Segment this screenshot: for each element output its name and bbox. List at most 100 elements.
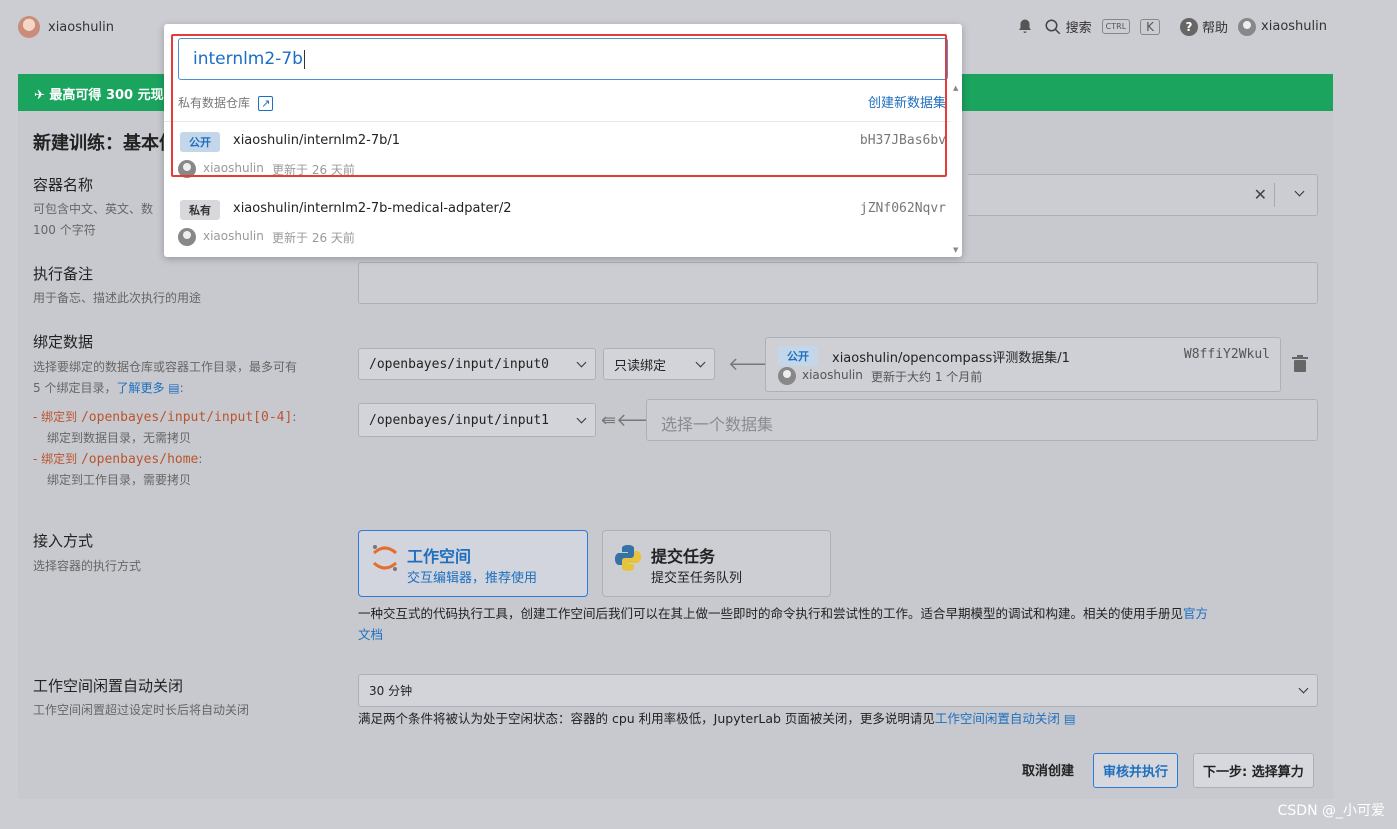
help-label: 帮助: [1202, 21, 1229, 36]
search-label: 搜索: [1065, 21, 1092, 36]
bind-label: 绑定数据: [33, 333, 94, 351]
official-doc-link[interactable]: 官方: [1183, 606, 1208, 621]
user-icon: [178, 228, 196, 246]
dataset-updated: 更新于大约 1 个月前: [871, 370, 983, 384]
bind-path-select-2[interactable]: /openbayes/input/input1: [358, 403, 596, 437]
jupyter-icon: [372, 545, 398, 571]
next-step-button[interactable]: 下一步: 选择算力: [1193, 753, 1314, 788]
idle-note-text: 满足两个条件将被认为处于空闲状态：容器的 cpu 利用率极低，JupyterLa…: [358, 711, 935, 726]
remark-hint: 用于备忘、描述此次执行的用途: [33, 291, 202, 305]
annotation-highlight-box: [171, 34, 947, 177]
chevron-down-icon: [695, 357, 706, 367]
bind-hint-1: 选择要绑定的数据仓库或容器工作目录，最多可有: [33, 360, 298, 374]
idle-hint: 工作空间闲置超过设定时长后将自动关闭: [33, 703, 250, 717]
user-icon: [778, 367, 796, 385]
dataset-placeholder: 选择一个数据集: [661, 415, 774, 434]
dataset-hash: jZNf062Nqvr: [859, 201, 946, 216]
username-right: xiaoshulin: [1261, 19, 1327, 34]
workspace-title: 工作空间: [407, 547, 472, 566]
chevron-down-icon[interactable]: [1294, 186, 1305, 197]
workspace-sub: 交互编辑器，推荐使用: [407, 571, 538, 586]
remark-input[interactable]: [358, 262, 1318, 304]
search-button[interactable]: 搜索: [1044, 17, 1092, 36]
bind-rule-1: - 绑定到 /openbayes/input/input[0-4]:: [33, 410, 297, 425]
doc-icon: ▤: [1059, 711, 1076, 726]
cancel-button[interactable]: 取消创建: [1013, 753, 1083, 786]
public-tag: 公开: [778, 346, 818, 366]
bind-hint-2: 5 个绑定目录，了解更多 ▤:: [33, 381, 184, 395]
access-label: 接入方式: [33, 532, 94, 550]
promo-text: 最高可得 300 元现: [49, 88, 164, 103]
container-name-hint: 可包含中文、英文、数: [33, 202, 154, 216]
scroll-down-icon[interactable]: ▼: [953, 246, 958, 254]
access-desc-text: 一种交互式的代码执行工具，创建工作空间后我们可以在其上做一些即时的命令执行和尝试…: [358, 606, 1184, 621]
idle-label: 工作空间闲置自动关闭: [33, 677, 184, 695]
task-sub: 提交至任务队列: [651, 571, 743, 586]
dataset-user: xiaoshulin: [802, 368, 863, 382]
bind-path-select-1[interactable]: /openbayes/input/input0: [358, 348, 596, 380]
search-icon: [1045, 19, 1060, 34]
remark-label: 执行备注: [33, 265, 94, 283]
chevron-down-icon: [576, 357, 587, 367]
idle-timeout-select[interactable]: 30 分钟: [358, 674, 1318, 707]
idle-note: 满足两个条件将被认为处于空闲状态：容器的 cpu 利用率极低，JupyterLa…: [358, 708, 1076, 729]
rocket-icon: ✈: [34, 88, 50, 103]
user-menu-left[interactable]: xiaoshulin: [18, 16, 114, 38]
page-title: 新建训练：基本信: [33, 133, 177, 154]
help-icon: ?: [1180, 17, 1199, 36]
scrollbar[interactable]: ▲ ▼: [950, 82, 962, 257]
rule1-prefix: 绑定到: [41, 410, 81, 424]
watermark: CSDN @_小可爱: [1277, 803, 1385, 819]
rule1-path: /openbayes/input/input[0-4]: [80, 410, 293, 425]
shortcut-ctrl: CTRL: [1101, 19, 1131, 34]
container-name-field-visible[interactable]: ✕: [968, 174, 1318, 216]
shortcut-k: K: [1140, 18, 1161, 35]
access-description: 一种交互式的代码执行工具，创建工作空间后我们可以在其上做一些即时的命令执行和尝试…: [358, 603, 1318, 645]
dataset-select-input[interactable]: 选择一个数据集: [646, 399, 1318, 441]
bind-hint-2-text: 5 个绑定目录，: [33, 381, 117, 395]
rule2-prefix: 绑定到: [41, 452, 81, 466]
user-menu-right[interactable]: xiaoshulin: [1238, 17, 1327, 36]
divider: [1274, 183, 1275, 207]
help-button[interactable]: ? 帮助: [1180, 17, 1228, 36]
container-name-label: 容器名称: [33, 176, 94, 194]
bind-mode-select[interactable]: 只读绑定: [603, 348, 715, 380]
bind-path-1-value: /openbayes/input/input0: [369, 356, 550, 372]
bind-rule-2-desc: 绑定到工作目录，需要拷贝: [47, 473, 192, 487]
rule2-path: /openbayes/home: [80, 452, 199, 467]
idle-value: 30 分钟: [369, 684, 413, 698]
chevron-down-icon: [1298, 683, 1309, 694]
list-item[interactable]: 私有 xiaoshulin/internlm2-7b-medical-adpat…: [178, 200, 948, 256]
clear-icon[interactable]: ✕: [1254, 185, 1267, 204]
bind-mode-value: 只读绑定: [614, 358, 667, 374]
user-icon: [1238, 17, 1257, 36]
learn-more-link[interactable]: 了解更多: [116, 381, 164, 395]
bind-rule-2: - 绑定到 /openbayes/home:: [33, 452, 203, 467]
bound-dataset-1[interactable]: 公开 xiaoshulin/opencompass评测数据集/1 W8ffiY2…: [765, 337, 1281, 392]
dataset-user: xiaoshulin: [203, 229, 264, 243]
dataset-hash: W8ffiY2Wkul: [1183, 347, 1270, 362]
review-execute-button[interactable]: 审核并执行: [1093, 753, 1179, 788]
access-hint: 选择容器的执行方式: [33, 559, 142, 573]
workspace-mode-card[interactable]: 工作空间 交互编辑器，推荐使用: [358, 530, 588, 597]
bind-path-2-value: /openbayes/input/input1: [369, 412, 550, 428]
idle-doc-link[interactable]: 工作空间闲置自动关闭: [935, 711, 1060, 726]
doc-icon: ▤: [164, 381, 180, 395]
python-icon: [615, 545, 641, 571]
official-doc-link-2[interactable]: 文档: [358, 627, 383, 642]
dataset-name: xiaoshulin/opencompass评测数据集/1: [832, 351, 1070, 366]
task-title: 提交任务: [651, 547, 716, 566]
dataset-name: xiaoshulin/internlm2-7b-medical-adpater/…: [233, 201, 512, 216]
top-right-toolbar: 搜索 CTRL K ? 帮助 xiaoshulin: [1016, 17, 1327, 36]
trash-icon[interactable]: [1292, 355, 1308, 373]
avatar: [18, 16, 40, 38]
scroll-up-icon[interactable]: ▲: [953, 84, 958, 92]
task-mode-card[interactable]: 提交任务 提交至任务队列: [602, 530, 831, 597]
container-name-hint-2: 100 个字符: [33, 223, 96, 237]
dataset-updated: 更新于 26 天前: [272, 231, 355, 245]
bind-rule-1-desc: 绑定到数据目录，无需拷贝: [47, 431, 192, 445]
private-tag: 私有: [180, 200, 220, 220]
bell-icon[interactable]: [1016, 18, 1034, 36]
username: xiaoshulin: [48, 19, 114, 35]
chevron-down-icon: [576, 413, 587, 423]
